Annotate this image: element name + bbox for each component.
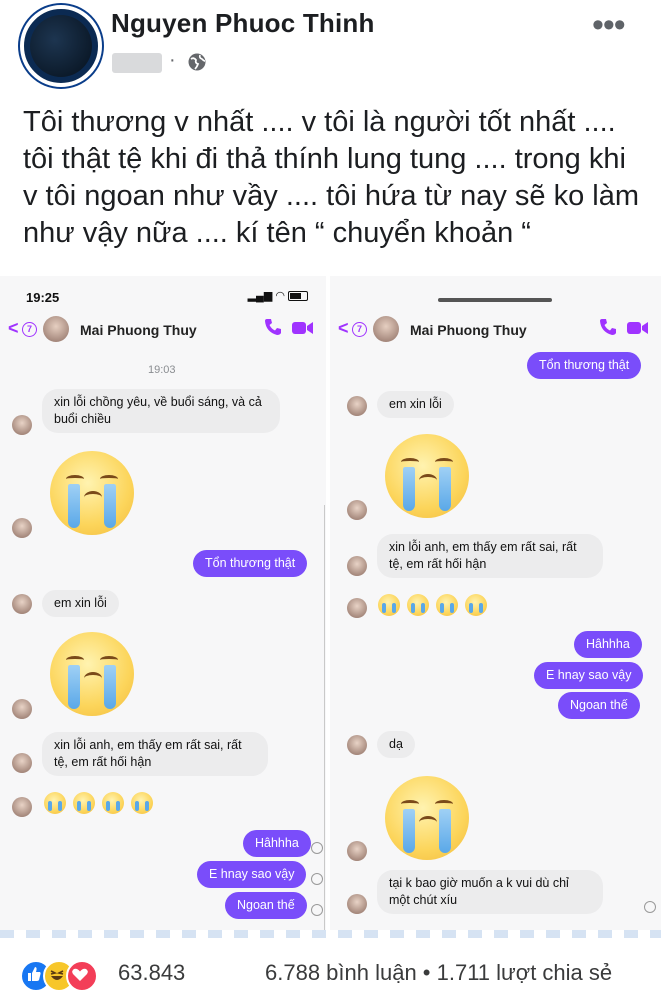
status-icons: ▂▄▆ ◠ <box>248 289 308 302</box>
contact-avatar-small <box>12 753 32 773</box>
crying-emoji-row <box>378 594 494 622</box>
message-bubble-outgoing: Hâhhha <box>243 830 311 857</box>
contact-avatar-small <box>12 415 32 435</box>
chat-screenshot-right: < 7 Mai Phuong Thuy Tổn thương thật em x… <box>330 276 661 936</box>
seen-check-icon <box>311 904 323 916</box>
chat-screenshot-left: 19:25 ▂▄▆ ◠ < 7 Mai Phuong Thuy 19:03 xi… <box>0 276 326 936</box>
message-bubble-outgoing: Tổn thương thật <box>527 352 642 379</box>
message-bubble-incoming: dạ <box>377 731 415 758</box>
message-bubble-incoming: xin lỗi anh, em thấy em rất sai, rất tệ,… <box>377 534 603 578</box>
comments-shares-stats[interactable]: 6.788 bình luận • 1.711 lượt chia sẻ <box>265 960 612 986</box>
contact-avatar-small <box>347 841 367 861</box>
separator: · <box>169 49 176 71</box>
love-reaction-icon <box>66 960 98 992</box>
post-time-redacted[interactable] <box>112 53 162 73</box>
reaction-icons[interactable] <box>20 960 112 992</box>
message-bubble-outgoing: E hnay sao vậy <box>534 662 644 689</box>
contact-avatar[interactable] <box>43 316 69 342</box>
wifi-icon: ◠ <box>275 290 288 302</box>
back-icon[interactable]: < <box>8 318 19 339</box>
more-options-icon[interactable]: ••• <box>592 6 626 45</box>
contact-avatar-small <box>12 797 32 817</box>
contact-avatar-small <box>347 598 367 618</box>
contact-avatar-small <box>12 594 32 614</box>
message-bubble-outgoing: E hnay sao vậy <box>197 861 307 888</box>
video-call-icon[interactable] <box>627 320 649 336</box>
message-bubble-incoming: xin lỗi anh, em thấy em rất sai, rất tệ,… <box>42 732 268 776</box>
contact-avatar-small <box>347 556 367 576</box>
message-bubble-incoming: em xin lỗi <box>377 391 454 418</box>
cropped-composer-row <box>0 930 661 938</box>
back-icon[interactable]: < <box>338 318 349 339</box>
crying-sticker <box>50 451 134 535</box>
message-bubble-outgoing: Tổn thương thật <box>193 550 308 577</box>
message-bubble-outgoing: Hâhhha <box>574 631 642 658</box>
post-header: Nguyen Phuoc Thinh · ••• <box>0 0 661 95</box>
contact-name[interactable]: Mai Phuong Thuy <box>80 322 197 338</box>
battery-icon <box>288 291 308 302</box>
contact-avatar-small <box>12 518 32 538</box>
unread-badge: 7 <box>352 322 367 337</box>
status-time: 19:25 <box>26 290 60 305</box>
status-bar <box>330 276 661 312</box>
message-bubble-incoming: tại k bao giờ muốn a k vui dù chỉ một ch… <box>377 870 603 914</box>
divider-line <box>324 505 325 935</box>
contact-avatar-small <box>347 894 367 914</box>
video-call-icon[interactable] <box>292 320 314 336</box>
home-indicator <box>438 298 552 302</box>
contact-avatar-small <box>347 735 367 755</box>
post-footer: 63.843 6.788 bình luận • 1.711 lượt chia… <box>0 940 661 1000</box>
seen-check-icon <box>311 842 323 854</box>
phone-icon[interactable] <box>599 318 617 336</box>
globe-icon[interactable] <box>187 52 207 72</box>
unread-badge: 7 <box>22 322 37 337</box>
post-text: Tôi thương v nhất .... v tôi là người tố… <box>23 106 639 249</box>
status-bar: 19:25 ▂▄▆ ◠ <box>0 276 326 312</box>
contact-avatar-small <box>347 396 367 416</box>
contact-name[interactable]: Mai Phuong Thuy <box>410 322 527 338</box>
crying-sticker <box>385 434 469 518</box>
crying-sticker <box>50 632 134 716</box>
message-bubble-outgoing: Ngoan thế <box>558 692 640 719</box>
seen-check-icon <box>644 901 656 913</box>
reaction-count[interactable]: 63.843 <box>118 960 185 986</box>
chat-header: < 7 Mai Phuong Thuy <box>0 312 326 348</box>
chat-header: < 7 Mai Phuong Thuy <box>330 312 661 348</box>
contact-avatar-small <box>12 699 32 719</box>
seen-check-icon <box>311 873 323 885</box>
contact-avatar[interactable] <box>373 316 399 342</box>
author-name[interactable]: Nguyen Phuoc Thinh <box>111 8 375 39</box>
message-bubble-incoming: em xin lỗi <box>42 590 119 617</box>
message-bubble-incoming: xin lỗi chồng yêu, về buổi sáng, và cả b… <box>42 389 280 433</box>
message-bubble-outgoing: Ngoan thế <box>225 892 307 919</box>
contact-avatar-small <box>347 500 367 520</box>
author-avatar[interactable] <box>20 5 102 87</box>
crying-emoji-row <box>44 792 160 820</box>
signal-icon: ▂▄▆ <box>247 290 273 302</box>
phone-icon[interactable] <box>264 318 282 336</box>
crying-sticker <box>385 776 469 860</box>
chat-timestamp: 19:03 <box>148 364 176 376</box>
